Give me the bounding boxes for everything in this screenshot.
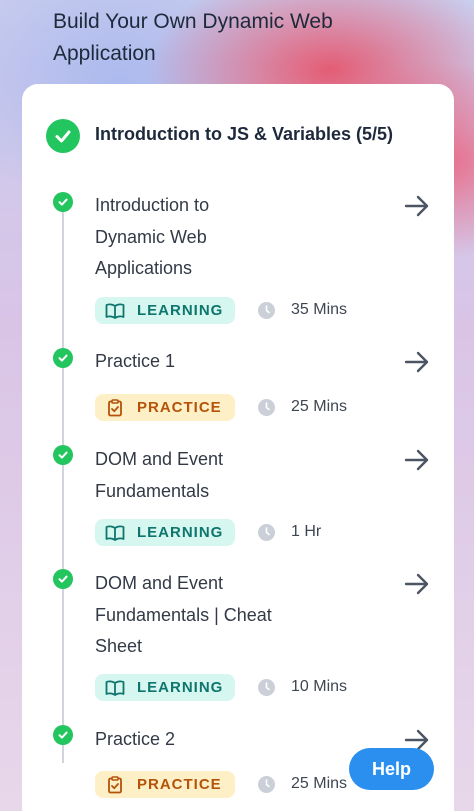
- check-circle-icon: [53, 192, 73, 212]
- clock-icon: [258, 776, 275, 793]
- lesson-duration: 10 Mins: [291, 678, 348, 695]
- badge-label: PRACTICE: [137, 399, 222, 416]
- lesson-duration: 25 Mins: [291, 398, 348, 415]
- check-circle-icon: [53, 348, 73, 368]
- help-button[interactable]: Help: [349, 748, 434, 790]
- clock-icon: [258, 679, 275, 696]
- lesson-duration: 35 Mins: [291, 301, 348, 318]
- learning-badge: LEARNING: [95, 297, 235, 324]
- module-title[interactable]: Introduction to JS & Variables (5/5): [95, 124, 393, 145]
- arrow-right-icon[interactable]: [404, 351, 430, 373]
- lesson-duration: 25 Mins: [291, 775, 348, 792]
- book-open-icon: [105, 524, 125, 541]
- arrow-right-icon[interactable]: [404, 195, 430, 217]
- book-open-icon: [105, 302, 125, 319]
- timeline-line: [62, 203, 64, 763]
- practice-badge: PRACTICE: [95, 394, 235, 421]
- arrow-right-icon[interactable]: [404, 449, 430, 471]
- badge-label: PRACTICE: [137, 776, 222, 793]
- book-open-icon: [105, 679, 125, 696]
- clipboard-check-icon: [108, 398, 122, 416]
- lesson-title[interactable]: DOM and Event Fundamentals: [95, 444, 265, 507]
- lesson-title[interactable]: DOM and Event Fundamentals | Cheat Sheet: [95, 568, 315, 663]
- check-circle-icon: [53, 725, 73, 745]
- course-title: Build Your Own Dynamic Web Application: [53, 10, 333, 65]
- clock-icon: [258, 302, 275, 319]
- learning-badge: LEARNING: [95, 519, 235, 546]
- check-circle-icon: [53, 569, 73, 589]
- arrow-right-icon[interactable]: [404, 573, 430, 595]
- learning-badge: LEARNING: [95, 674, 235, 701]
- practice-badge: PRACTICE: [95, 771, 235, 798]
- check-circle-icon: [46, 119, 80, 153]
- lesson-title[interactable]: Practice 2: [95, 724, 345, 756]
- clock-icon: [258, 399, 275, 416]
- badge-label: LEARNING: [137, 679, 224, 696]
- lesson-title[interactable]: Introduction to Dynamic Web Applications: [95, 190, 265, 285]
- clock-icon: [258, 524, 275, 541]
- lesson-duration: 1 Hr: [291, 523, 322, 540]
- lesson-title[interactable]: Practice 1: [95, 346, 345, 378]
- badge-label: LEARNING: [137, 524, 224, 541]
- badge-label: LEARNING: [137, 302, 224, 319]
- clipboard-check-icon: [108, 775, 122, 793]
- check-circle-icon: [53, 445, 73, 465]
